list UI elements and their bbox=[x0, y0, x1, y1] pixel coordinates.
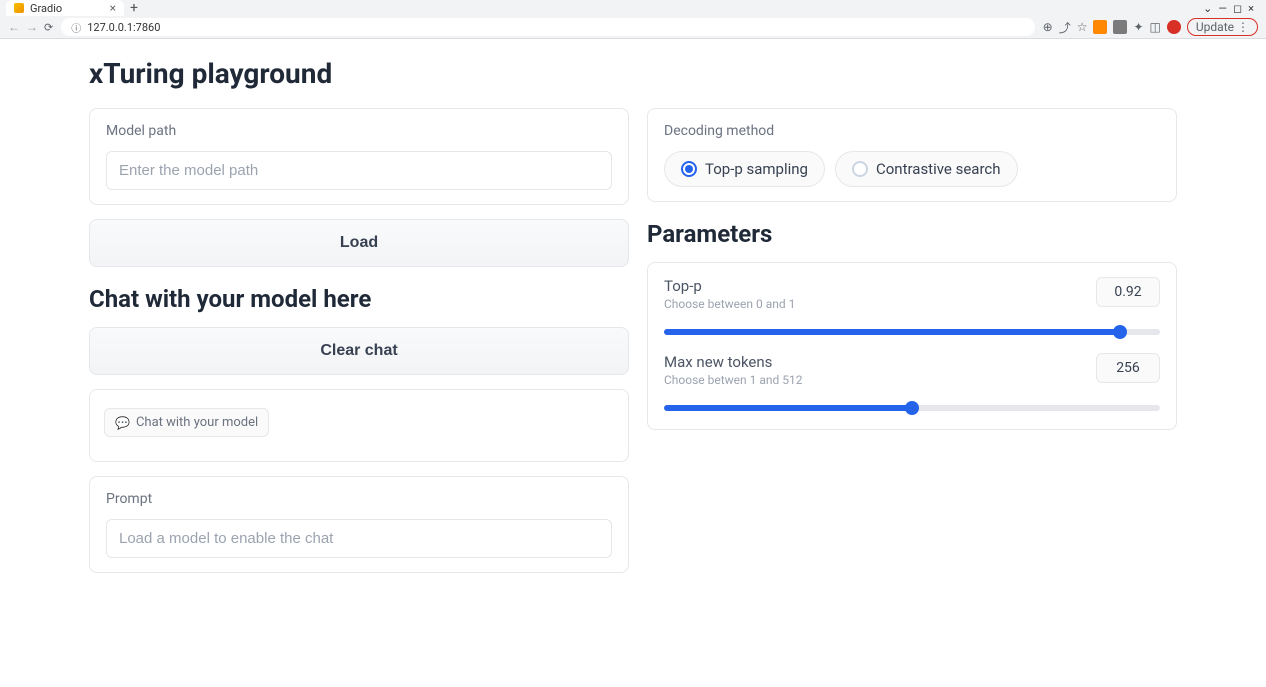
column-left: Model path Load Chat with your model her… bbox=[89, 108, 629, 573]
close-icon[interactable]: × bbox=[110, 1, 116, 15]
chat-icon: 💬 bbox=[115, 416, 130, 430]
reload-icon[interactable]: ⟳ bbox=[44, 21, 53, 34]
url-box[interactable]: ⓘ 127.0.0.1:7860 bbox=[61, 18, 1034, 36]
load-button[interactable]: Load bbox=[89, 219, 629, 267]
max-tokens-desc: Choose betwen 1 and 512 bbox=[664, 373, 803, 387]
slider-fill bbox=[664, 405, 912, 411]
max-tokens-slider[interactable] bbox=[664, 405, 1160, 411]
site-info-icon[interactable]: ⓘ bbox=[71, 20, 81, 35]
radio-dot-icon bbox=[681, 161, 697, 177]
param-top-p: Top-p Choose between 0 and 1 0.92 bbox=[664, 277, 1160, 335]
more-icon: ⋮ bbox=[1237, 20, 1249, 34]
tab-title: Gradio bbox=[30, 2, 104, 15]
nav-buttons: ← → ⟳ bbox=[8, 20, 53, 34]
parameters-panel: Top-p Choose between 0 and 1 0.92 Max ne… bbox=[647, 262, 1177, 430]
url-text: 127.0.0.1:7860 bbox=[87, 21, 160, 34]
update-label: Update bbox=[1196, 20, 1234, 34]
new-tab-button[interactable]: + bbox=[130, 0, 138, 16]
clear-chat-button[interactable]: Clear chat bbox=[89, 327, 629, 375]
prompt-label: Prompt bbox=[106, 491, 612, 507]
page-title: xTuring playground bbox=[89, 57, 1177, 90]
chrome-actions: ⊕ ⤴ ☆ ✦ ◫ Update⋮ bbox=[1043, 18, 1258, 36]
top-p-label: Top-p bbox=[664, 277, 795, 295]
radio-contrastive-label: Contrastive search bbox=[876, 160, 1001, 178]
chat-empty-chip: 💬 Chat with your model bbox=[104, 408, 269, 437]
chevron-down-icon[interactable]: ⌄ bbox=[1203, 2, 1212, 15]
param-max-tokens: Max new tokens Choose betwen 1 and 512 2… bbox=[664, 353, 1160, 411]
model-path-input[interactable] bbox=[106, 151, 612, 190]
radio-dot-icon bbox=[852, 161, 868, 177]
max-tokens-label: Max new tokens bbox=[664, 353, 803, 371]
forward-icon[interactable]: → bbox=[26, 20, 38, 34]
max-tokens-value[interactable]: 256 bbox=[1096, 353, 1160, 383]
model-path-panel: Model path bbox=[89, 108, 629, 205]
browser-tab[interactable]: Gradio × bbox=[6, 0, 124, 16]
maximize-icon[interactable]: ◻ bbox=[1233, 2, 1242, 15]
radio-contrastive[interactable]: Contrastive search bbox=[835, 151, 1018, 187]
tab-strip: Gradio × + ⌄ — ◻ × bbox=[0, 0, 1266, 16]
minimize-icon[interactable]: — bbox=[1218, 2, 1227, 15]
browser-chrome: Gradio × + ⌄ — ◻ × ← → ⟳ ⓘ 127.0.0.1:786… bbox=[0, 0, 1266, 39]
window-controls: ⌄ — ◻ × bbox=[1203, 2, 1260, 15]
back-icon[interactable]: ← bbox=[8, 20, 20, 34]
app-root: xTuring playground Model path Load Chat … bbox=[73, 39, 1193, 591]
radio-top-p-label: Top-p sampling bbox=[705, 160, 808, 178]
prompt-panel: Prompt bbox=[89, 476, 629, 573]
bookmark-icon[interactable]: ☆ bbox=[1077, 20, 1088, 34]
extension-b-icon[interactable] bbox=[1113, 20, 1127, 34]
column-right: Decoding method Top-p sampling Contrasti… bbox=[647, 108, 1177, 573]
decoding-label: Decoding method bbox=[664, 123, 1160, 139]
chat-area: 💬 Chat with your model bbox=[89, 389, 629, 462]
decoding-panel: Decoding method Top-p sampling Contrasti… bbox=[647, 108, 1177, 202]
extensions-icon[interactable]: ✦ bbox=[1133, 20, 1143, 34]
columns: Model path Load Chat with your model her… bbox=[89, 108, 1177, 573]
top-p-slider[interactable] bbox=[664, 329, 1160, 335]
top-p-desc: Choose between 0 and 1 bbox=[664, 297, 795, 311]
top-p-value[interactable]: 0.92 bbox=[1096, 277, 1160, 307]
avatar[interactable] bbox=[1167, 20, 1181, 34]
slider-thumb-icon[interactable] bbox=[905, 401, 919, 415]
slider-fill bbox=[664, 329, 1120, 335]
update-button[interactable]: Update⋮ bbox=[1187, 18, 1258, 36]
prompt-input[interactable] bbox=[106, 519, 612, 558]
extension-a-icon[interactable] bbox=[1093, 20, 1107, 34]
tab-favicon-icon bbox=[14, 3, 24, 13]
radio-top-p[interactable]: Top-p sampling bbox=[664, 151, 825, 187]
chat-empty-label: Chat with your model bbox=[136, 415, 258, 430]
decoding-radio-group: Top-p sampling Contrastive search bbox=[664, 151, 1160, 187]
share-icon[interactable]: ⤴ bbox=[1059, 19, 1071, 36]
close-window-icon[interactable]: × bbox=[1248, 2, 1254, 15]
zoom-icon[interactable]: ⊕ bbox=[1043, 20, 1053, 34]
chat-section-title: Chat with your model here bbox=[89, 285, 629, 313]
parameters-section-title: Parameters bbox=[647, 220, 1177, 248]
model-path-label: Model path bbox=[106, 123, 612, 139]
slider-thumb-icon[interactable] bbox=[1113, 325, 1127, 339]
devtools-icon[interactable]: ◫ bbox=[1150, 20, 1161, 34]
address-bar: ← → ⟳ ⓘ 127.0.0.1:7860 ⊕ ⤴ ☆ ✦ ◫ Update⋮ bbox=[0, 16, 1266, 38]
